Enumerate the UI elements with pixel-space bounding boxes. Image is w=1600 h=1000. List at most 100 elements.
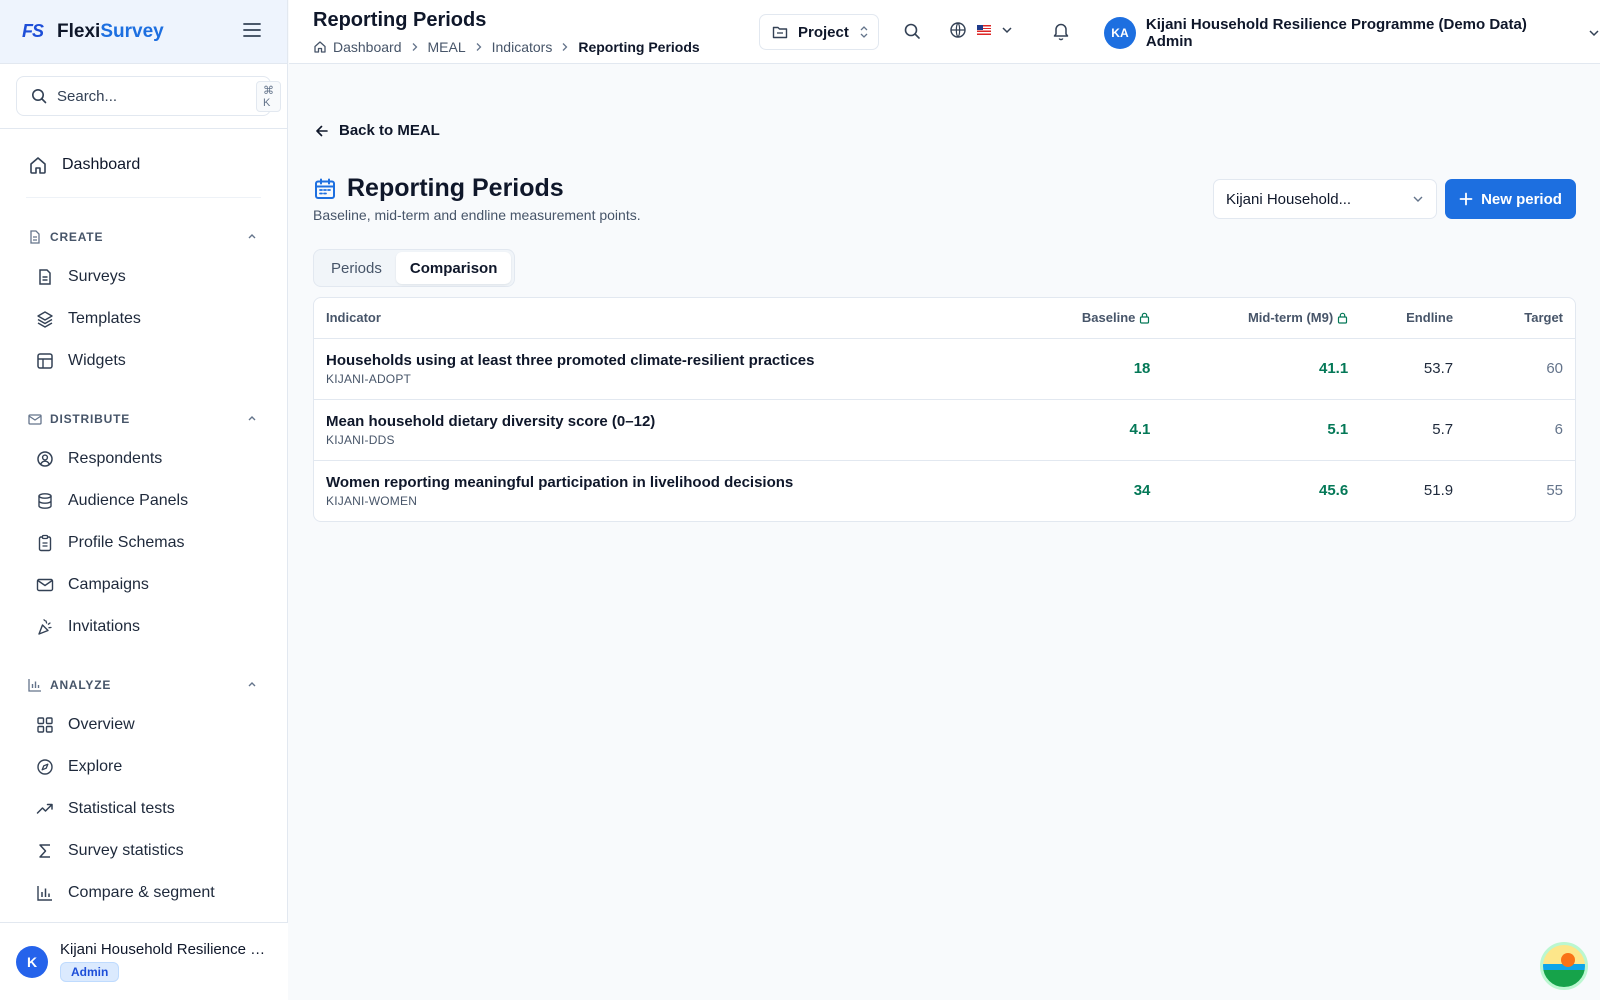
mail-icon bbox=[28, 412, 42, 426]
section-distribute: DISTRIBUTE Respondents Audience Panels P… bbox=[0, 400, 287, 648]
home-icon bbox=[28, 155, 48, 175]
midterm-value: 5.1 bbox=[1162, 399, 1361, 461]
chevron-right-icon bbox=[561, 42, 569, 52]
chevron-up-icon bbox=[247, 413, 257, 423]
assistant-avatar-button[interactable] bbox=[1540, 942, 1588, 990]
endline-value: 51.9 bbox=[1423, 482, 1454, 500]
chevron-down-icon bbox=[1001, 25, 1013, 35]
bell-icon[interactable] bbox=[1051, 21, 1071, 41]
avatar: K bbox=[16, 945, 48, 978]
sidebar-item-label: Audience Panels bbox=[68, 492, 189, 509]
divider bbox=[26, 197, 261, 198]
column-header-target: Target bbox=[1465, 298, 1575, 339]
sidebar-item-invitations[interactable]: Invitations bbox=[0, 606, 287, 648]
section-header-create[interactable]: CREATE bbox=[0, 218, 287, 256]
column-header-indicator: Indicator bbox=[314, 298, 1013, 339]
us-flag-icon bbox=[977, 25, 991, 35]
grid-icon bbox=[36, 716, 56, 734]
new-period-button[interactable]: New period bbox=[1445, 179, 1576, 219]
sidebar-item-templates[interactable]: Templates bbox=[0, 298, 287, 340]
endline-value: 53.7 bbox=[1360, 338, 1466, 400]
table-row[interactable]: Households using at least three promoted… bbox=[314, 338, 1575, 400]
back-link[interactable]: Back to MEAL bbox=[315, 122, 440, 139]
column-header-label: Baseline bbox=[1081, 310, 1136, 326]
sidebar-search: ⌘ K bbox=[0, 64, 287, 129]
sidebar-item-label: Surveys bbox=[68, 268, 126, 285]
sidebar-item-label: Respondents bbox=[68, 450, 163, 467]
sidebar-item-label: Invitations bbox=[68, 618, 141, 635]
column-header-baseline: Baseline bbox=[1012, 298, 1163, 339]
chevrons-up-down-icon bbox=[859, 25, 869, 39]
breadcrumb-meal[interactable]: MEAL bbox=[428, 39, 466, 55]
table-row[interactable]: Women reporting meaningful participation… bbox=[314, 460, 1575, 521]
project-selector[interactable]: Project bbox=[759, 14, 879, 50]
lock-icon bbox=[1337, 312, 1348, 324]
sidebar-item-respondents[interactable]: Respondents bbox=[0, 438, 287, 480]
chevron-up-icon bbox=[247, 679, 257, 689]
calendar-icon bbox=[313, 177, 337, 201]
search-shortcut: ⌘ K bbox=[256, 80, 281, 112]
role-badge: Admin bbox=[60, 962, 120, 982]
sidebar-item-label: Widgets bbox=[68, 352, 126, 369]
sidebar-item-widgets[interactable]: Widgets bbox=[0, 340, 287, 382]
sidebar-user[interactable]: K Kijani Household Resilience Pr... Admi… bbox=[0, 922, 288, 1000]
chevron-down-icon bbox=[1588, 28, 1600, 38]
user-menu[interactable]: KA Kijani Household Resilience Programme… bbox=[1104, 16, 1600, 50]
header-title: Reporting Periods bbox=[313, 9, 487, 31]
language-selector[interactable] bbox=[949, 21, 1013, 39]
indicator-code: KIJANI-WOMEN bbox=[326, 493, 418, 508]
section-create: CREATE Surveys Templates Widgets bbox=[0, 218, 287, 382]
breadcrumb-dashboard[interactable]: Dashboard bbox=[333, 39, 402, 55]
sidebar-item-campaigns[interactable]: Campaigns bbox=[0, 564, 287, 606]
project-label: Project bbox=[798, 23, 849, 41]
indicator-code: KIJANI-DDS bbox=[326, 432, 395, 447]
breadcrumb-indicators[interactable]: Indicators bbox=[492, 39, 553, 55]
indicator-name: Women reporting meaningful participation… bbox=[326, 473, 794, 491]
target-value: 60 bbox=[1465, 338, 1575, 400]
tab-periods[interactable]: Periods bbox=[317, 252, 396, 284]
sidebar-item-statistical-tests[interactable]: Statistical tests bbox=[0, 788, 287, 830]
search-icon[interactable] bbox=[903, 22, 921, 40]
sidebar-item-dashboard[interactable]: Dashboard bbox=[0, 143, 287, 187]
sidebar-item-label: Campaigns bbox=[68, 576, 149, 593]
compass-icon bbox=[36, 758, 56, 776]
sidebar-item-surveys[interactable]: Surveys bbox=[0, 256, 287, 298]
indicator-cell: Households using at least three promoted… bbox=[314, 338, 1013, 400]
file-text-icon bbox=[36, 268, 56, 286]
brand-header: FS FlexiSurvey bbox=[0, 0, 287, 64]
indicator-cell: Women reporting meaningful participation… bbox=[314, 460, 1013, 521]
user-name: Kijani Household Resilience Programme (D… bbox=[1145, 16, 1527, 50]
search-input[interactable] bbox=[57, 87, 256, 105]
sidebar-item-overview[interactable]: Overview bbox=[0, 704, 287, 746]
home-icon bbox=[313, 40, 327, 54]
sidebar-item-label: Statistical tests bbox=[68, 800, 175, 817]
hamburger-menu-icon[interactable] bbox=[243, 22, 261, 38]
search-box[interactable]: ⌘ K bbox=[16, 76, 281, 116]
chart-column-icon bbox=[36, 884, 56, 902]
section-header-analyze[interactable]: ANALYZE bbox=[0, 666, 287, 704]
section-analyze: ANALYZE Overview Explore Statistical tes… bbox=[0, 666, 287, 914]
trending-up-icon bbox=[36, 800, 56, 818]
indicator-name: Households using at least three promoted… bbox=[326, 351, 815, 369]
document-icon bbox=[28, 230, 42, 244]
section-header-distribute[interactable]: DISTRIBUTE bbox=[0, 400, 287, 438]
sidebar-item-profile-schemas[interactable]: Profile Schemas bbox=[0, 522, 287, 564]
brand-name-main: Flexi bbox=[57, 20, 101, 42]
sidebar-item-audience-panels[interactable]: Audience Panels bbox=[0, 480, 287, 522]
table-row[interactable]: Mean household dietary diversity score (… bbox=[314, 399, 1575, 461]
database-icon bbox=[36, 492, 56, 510]
sidebar-item-explore[interactable]: Explore bbox=[0, 746, 287, 788]
sidebar-item-survey-statistics[interactable]: Survey statistics bbox=[0, 830, 287, 872]
main-content: Back to MEAL Reporting Periods Baseline,… bbox=[289, 64, 1600, 1000]
comparison-table: Indicator Baseline Mid-term (M9) Endline… bbox=[313, 297, 1576, 522]
page-title: Reporting Periods bbox=[347, 174, 564, 202]
back-link-label: Back to MEAL bbox=[339, 122, 440, 139]
sidebar-item-label: Explore bbox=[68, 758, 123, 775]
endline-value: 5.7 bbox=[1360, 399, 1466, 461]
sidebar-item-label: Compare & segment bbox=[68, 884, 215, 901]
sidebar-item-compare-segment[interactable]: Compare & segment bbox=[0, 872, 287, 914]
tab-comparison[interactable]: Comparison bbox=[395, 252, 512, 284]
table-header-row: Indicator Baseline Mid-term (M9) Endline… bbox=[314, 298, 1575, 339]
chevron-right-icon bbox=[411, 42, 419, 52]
program-select[interactable]: Kijani Household... bbox=[1213, 179, 1437, 219]
